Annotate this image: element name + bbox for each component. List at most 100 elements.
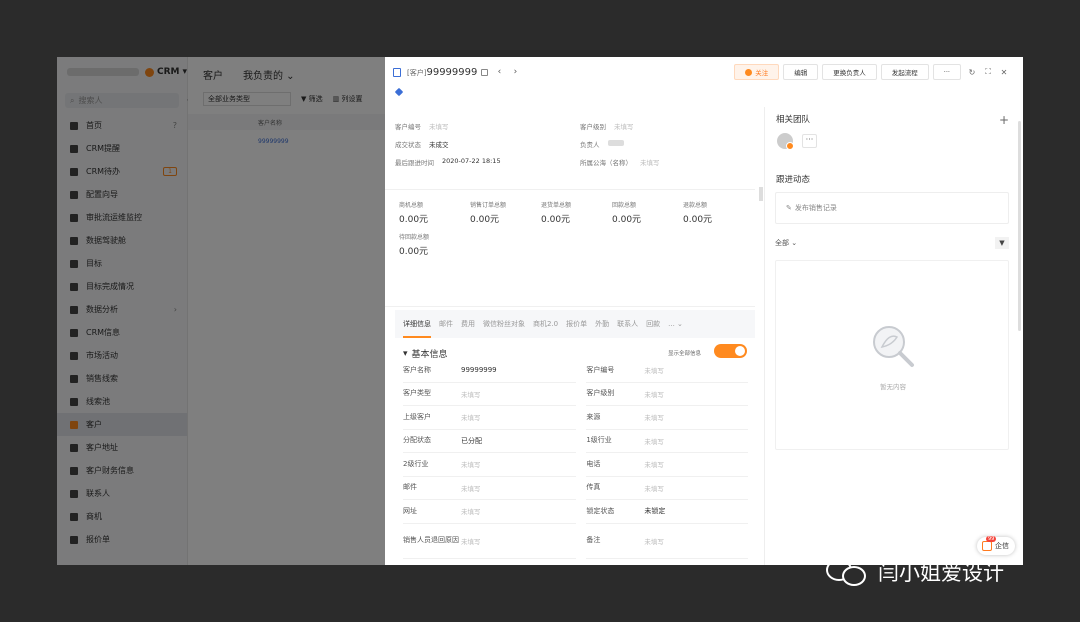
field-value: 未锁定 [644,507,666,516]
detail-main: 客户编号 未填写 客户级别 未填写 成交状态 未成交 负责人 最后跟进时间 2020-07-22… [385,107,765,565]
detail-field[interactable]: 分配状态 已分配 [403,430,577,453]
field-label: 客户类型 [403,389,431,398]
scrollbar[interactable] [759,187,763,201]
close-icon[interactable]: ✕ [999,68,1009,77]
detail-field[interactable]: 2级行业 未填写 [403,453,577,477]
field-row: 2级行业 未填写 电话 未填写 [403,453,748,477]
detail-field[interactable]: 上级客户 未填写 [403,406,577,430]
activity-filter: 全部 ⌄ ▼ [775,237,1009,249]
activity-title: 跟进动态 [776,175,811,185]
detail-field[interactable]: 来源 未填写 [586,406,748,430]
refresh-icon[interactable]: ↻ [967,68,977,77]
team-more-button[interactable]: ··· [802,134,817,148]
tab[interactable]: 详细信息 [403,319,431,338]
detail-field[interactable]: 备注 未填写 [586,524,748,559]
detail-field[interactable]: 客户名称 99999999 [403,359,577,383]
amount-label: 商机总额 [399,202,424,209]
field-value: 未填写 [461,461,481,470]
more-button[interactable]: ··· [932,64,961,80]
tab[interactable]: 外勤 [595,319,609,329]
amount-item: 退货单总额 0.00元 [541,200,612,232]
tab[interactable]: 回款 [646,319,660,329]
field-label: 客户级别 [580,123,606,131]
page-title: [客户]99999999 [407,66,478,78]
field-value: 未填写 [461,390,481,399]
amount-value: 0.00元 [683,215,713,225]
field-label: 锁定状态 [586,506,615,515]
follow-button[interactable]: 关注 [734,64,780,80]
detail-tabs: 详细信息 邮件 费用 微信粉丝对象 商机2.0 报价单 外勤 联系人 回款 ... ⌄ [395,310,755,338]
detail-field[interactable]: 1级行业 未填写 [586,430,748,453]
qixin-badge: 99 [986,536,997,542]
field-label: 电话 [586,459,601,468]
fullscreen-icon[interactable]: ⛶ [983,67,993,77]
detail-field[interactable]: 客户类型 未填写 [403,383,577,406]
add-member-icon[interactable]: + [999,113,1009,127]
field-label: 2级行业 [403,459,429,468]
team-title: 相关团队 [776,115,811,125]
amount-item: 商机总额 0.00元 [399,200,470,232]
field-label: 销售人员退回原因 [403,536,459,544]
tab[interactable]: 费用 [461,319,475,329]
detail-field[interactable]: 传真 未填写 [586,477,748,500]
detail-field[interactable]: 锁定状态 未锁定 [586,500,748,524]
field-row: 所属公海（名称）未填写 负责人 [403,559,748,566]
amount-label: 销售订单总额 [470,202,507,209]
tag-icon[interactable] [394,87,404,97]
change-owner-button[interactable]: 更换负责人 [822,64,877,80]
start-flow-button[interactable]: 发起流程 [880,64,929,80]
detail-field[interactable]: 邮件 未填写 [403,477,577,500]
post-sales-record-input[interactable]: ✎ 发布销售记录 [775,192,1009,224]
field-value: 未填写 [644,437,664,446]
side-scrollbar[interactable] [1018,121,1021,331]
amount-value: 0.00元 [470,215,500,225]
tab[interactable]: 联系人 [617,319,638,329]
edit-button[interactable]: 编辑 [783,64,819,80]
field-row: 上级客户 未填写 来源 未填写 [403,406,748,430]
field-row: 网址 未填写 锁定状态 未锁定 [403,500,748,524]
panel-header: [客户]99999999 ‹ › 关注 编辑 更换负责人 发起流程 ··· ↻ … [385,57,1023,87]
next-icon[interactable]: › [510,67,520,77]
lock-icon[interactable] [481,68,489,76]
empty-text: 暂无内容 [880,383,906,391]
filter-icon[interactable]: ▼ [995,237,1009,249]
detail-field[interactable]: 客户级别 未填写 [586,383,748,406]
detail-field[interactable]: 客户编号 未填写 [586,359,748,383]
avatar[interactable] [777,133,794,150]
detail-field[interactable]: 负责人 [586,559,748,566]
tab[interactable]: 微信粉丝对象 [483,319,525,329]
amount-item: 销售订单总额 0.00元 [470,200,541,232]
empty-state: 暂无内容 [775,260,1009,450]
field-row: 销售人员退回原因 未填写 备注 未填写 [403,524,748,559]
field-value: 未填写 [614,123,634,131]
tab[interactable]: 报价单 [566,319,587,329]
chat-icon: 99 [982,536,997,551]
field-row: 邮件 未填写 传真 未填写 [403,477,748,500]
field-label: 1级行业 [586,436,612,445]
field-label: 客户级别 [586,389,615,398]
follow-icon [745,68,753,76]
field-value: 未成交 [429,141,449,149]
summary-field: 客户编号 未填写 [395,121,580,131]
tab[interactable]: ... ⌄ [668,320,683,328]
tab[interactable]: 邮件 [439,319,453,329]
summary-field: 负责人 [580,139,764,149]
prev-icon[interactable]: ‹ [494,67,504,77]
tab[interactable]: 商机2.0 [533,319,558,329]
field-value: 2020-07-22 18:15 [442,157,501,165]
watermark: 闫小姐爱设计 [826,557,1004,587]
amount-value: 0.00元 [612,215,642,225]
detail-field[interactable]: 销售人员退回原因 未填写 [403,524,577,559]
show-all-toggle[interactable] [714,344,747,358]
field-value: 未填写 [429,123,449,131]
amount-value: 0.00元 [399,247,429,257]
qixin-button[interactable]: 99 企信 [977,536,1015,555]
filter-all-select[interactable]: 全部 ⌄ [775,238,797,248]
app-window: CRM ▾ ⌕ 搜索人 + 首页?CRM提醒CRM待办1配置向导审批流运维监控数… [57,57,1023,565]
detail-field[interactable]: 网址 未填写 [403,500,577,524]
edit-icon: ✎ [786,204,792,212]
detail-field[interactable]: 电话 未填写 [586,453,748,477]
field-label: 备注 [586,536,601,544]
summary-row: 最后跟进时间 2020-07-22 18:15 所属公海（名称） 未填写 [395,153,764,171]
detail-field[interactable]: 所属公海（名称）未填写 [403,559,576,566]
